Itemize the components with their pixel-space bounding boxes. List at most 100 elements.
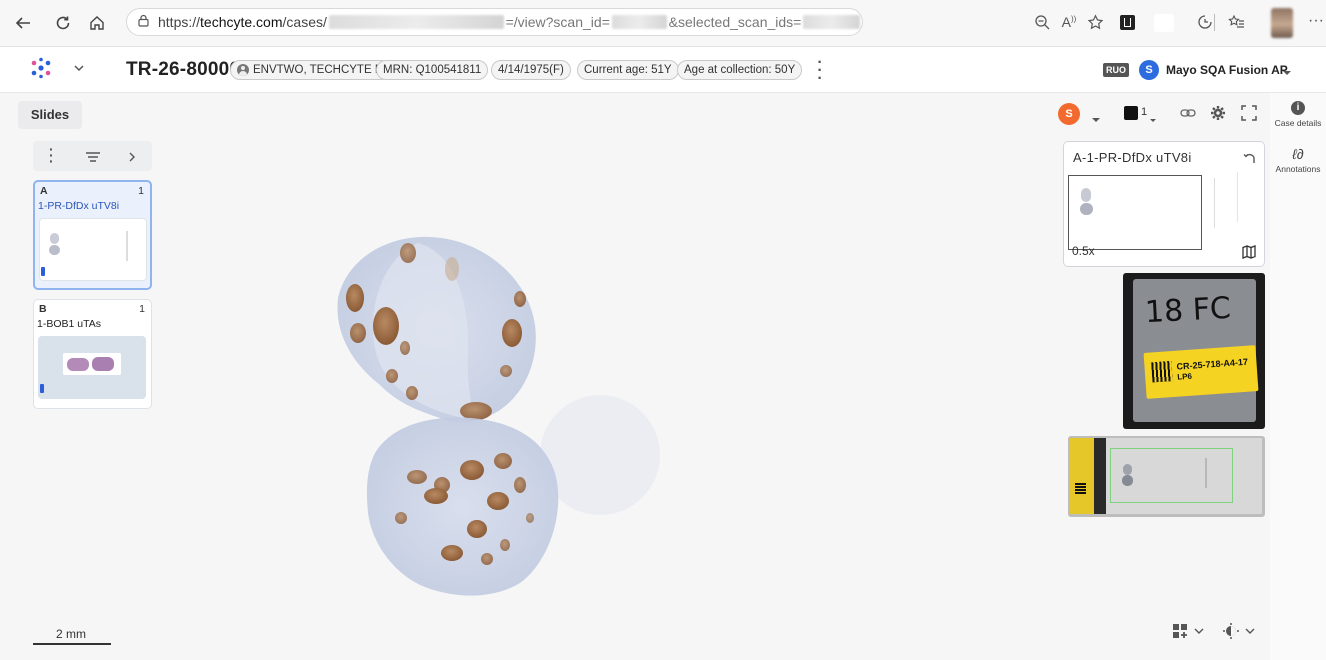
tissue-core-lower <box>366 417 559 596</box>
zoom-icon[interactable] <box>1030 10 1054 34</box>
barcode-text: CR-25-718-A4-17 <box>1176 356 1249 372</box>
redacted-segment <box>328 15 504 29</box>
tissue-core-upper <box>337 236 536 423</box>
read-aloud-icon[interactable]: A)) <box>1057 10 1081 34</box>
age-at-collection-chip: Age at collection: 50Y <box>677 60 803 80</box>
slide-letter: A <box>40 185 48 197</box>
slide-card-a[interactable]: A 1 1-PR-DfDx uTV8i <box>33 180 152 290</box>
viewer-area[interactable]: Slides · · · A 1 1-PR-DfDx uTV8i B 1 1-BOB… <box>0 93 1326 660</box>
case-details-label: Case details <box>1274 118 1322 128</box>
slide-thumbnail <box>39 218 147 281</box>
scan-indicator <box>40 384 44 393</box>
patient-chip[interactable]: ENVTWO, TECHCYTE M <box>230 60 392 80</box>
slides-tab[interactable]: Slides <box>18 101 82 129</box>
org-dropdown-icon[interactable] <box>1282 64 1292 82</box>
layer-count[interactable]: 1 <box>1141 106 1147 118</box>
viewer-user-dropdown-icon[interactable] <box>1091 111 1101 129</box>
annotations-button[interactable]: ℓ∂ Annotations <box>1270 147 1326 174</box>
settings-gear-icon[interactable] <box>1210 105 1226 126</box>
rotate-icon[interactable] <box>1243 152 1257 171</box>
extension-icon[interactable] <box>1115 10 1139 34</box>
link-icon[interactable] <box>1180 106 1196 125</box>
photo-tissue <box>1123 464 1132 475</box>
layout-selector[interactable] <box>1172 618 1204 644</box>
browser-toolbar: https://techcyte.com/cases/ =/view?scan_… <box>0 0 1326 47</box>
slide-count: 1 <box>139 303 145 315</box>
url-path: /cases/ <box>282 14 327 30</box>
photo-yellow-label <box>1069 438 1094 514</box>
sort-icon[interactable] <box>85 150 101 168</box>
thumb-tissue <box>92 357 114 371</box>
back-arrow-icon[interactable] <box>10 10 36 36</box>
patient-name: ENVTWO, TECHCYTE M <box>253 64 385 76</box>
url-tail: &selected_scan_ids= <box>668 14 802 30</box>
lock-icon <box>137 14 150 30</box>
list-more-icon[interactable]: · · · <box>49 142 54 168</box>
annotations-label: Annotations <box>1275 164 1321 174</box>
app-menu-chevron-icon[interactable] <box>73 61 85 79</box>
color-swatch-icon[interactable] <box>1124 106 1138 120</box>
overview-tissue <box>1081 188 1091 202</box>
thumb-tissue <box>49 245 60 255</box>
fullscreen-icon[interactable] <box>1241 105 1257 126</box>
map-icon[interactable] <box>1242 245 1256 264</box>
slide-name: 1-PR-DfDx uTV8i <box>38 200 120 212</box>
profile-avatar[interactable] <box>1271 8 1293 38</box>
photo-edge <box>1094 438 1106 514</box>
adjust-dropdown-icon <box>1245 628 1255 634</box>
layout-dropdown-icon <box>1194 628 1204 634</box>
home-icon[interactable] <box>84 10 110 36</box>
person-icon <box>237 64 249 76</box>
current-age-chip: Current age: 51Y <box>577 60 679 80</box>
case-more-menu-icon[interactable]: · · · <box>817 55 823 87</box>
slide-overview-panel[interactable]: A-1-PR-DfDx uTV8i 0.5x <box>1063 141 1265 267</box>
redacted-segment <box>803 15 860 29</box>
extension-blank-icon[interactable] <box>1154 14 1174 32</box>
favorites-list-icon[interactable] <box>1224 10 1248 34</box>
scan-indicator <box>41 267 45 276</box>
slide-letter: B <box>39 303 47 315</box>
whole-slide-photo <box>1068 436 1265 517</box>
scale-bar: 2 mm <box>33 627 111 645</box>
url-mid: =/view?scan_id= <box>505 14 610 30</box>
photo-barcode <box>1075 483 1086 494</box>
viewer-user-avatar[interactable]: S <box>1058 103 1080 125</box>
toolbar-divider <box>1214 14 1215 31</box>
thumb-tissue <box>50 233 59 244</box>
label-handwriting: 18 FC <box>1144 290 1232 331</box>
image-adjust-selector[interactable] <box>1223 618 1255 644</box>
thumb-mark <box>126 231 128 261</box>
expand-chevron-icon[interactable] <box>128 150 136 168</box>
overview-mark <box>1237 172 1238 222</box>
favorite-star-icon[interactable] <box>1083 10 1107 34</box>
url-domain: techcyte.com <box>200 14 283 30</box>
app-header: TR-26-80000 ENVTWO, TECHCYTE M MRN: Q100… <box>0 47 1326 93</box>
organization-name[interactable]: Mayo SQA Fusion AP <box>1166 63 1288 77</box>
slide-list-toolbar: · · · <box>33 141 152 171</box>
thumb-tissue <box>67 358 89 371</box>
refresh-icon[interactable] <box>50 10 76 36</box>
dob-chip: 4/14/1975(F) <box>491 60 571 80</box>
layout-grid-icon <box>1173 624 1187 638</box>
overview-tissue <box>1080 203 1093 215</box>
label-barcode-sticker: CR-25-718-A4-17 LP6 <box>1143 345 1259 399</box>
photo-mark <box>1205 458 1207 488</box>
case-details-button[interactable]: i Case details <box>1270 101 1326 128</box>
user-avatar[interactable]: S <box>1139 60 1159 80</box>
app-logo-icon[interactable] <box>30 57 52 79</box>
brightness-icon <box>1223 623 1239 639</box>
redacted-segment <box>611 15 667 29</box>
overview-mark <box>1214 178 1215 228</box>
overview-viewport-box[interactable] <box>1068 175 1202 250</box>
case-id: TR-26-80000 <box>126 59 241 80</box>
zoom-level: 0.5x <box>1072 244 1095 258</box>
info-icon: i <box>1291 101 1305 115</box>
slide-count: 1 <box>138 185 144 197</box>
url-prefix: https:// <box>158 14 201 30</box>
address-bar[interactable]: https://techcyte.com/cases/ =/view?scan_… <box>126 8 863 36</box>
layer-dropdown-icon[interactable] <box>1149 111 1157 129</box>
barcode-subtext: LP6 <box>1176 371 1193 382</box>
mrn-chip: MRN: Q100541811 <box>376 60 489 80</box>
slide-card-b[interactable]: B 1 1-BOB1 uTAs <box>33 299 152 409</box>
more-menu-icon[interactable]: ··· <box>1308 12 1324 30</box>
